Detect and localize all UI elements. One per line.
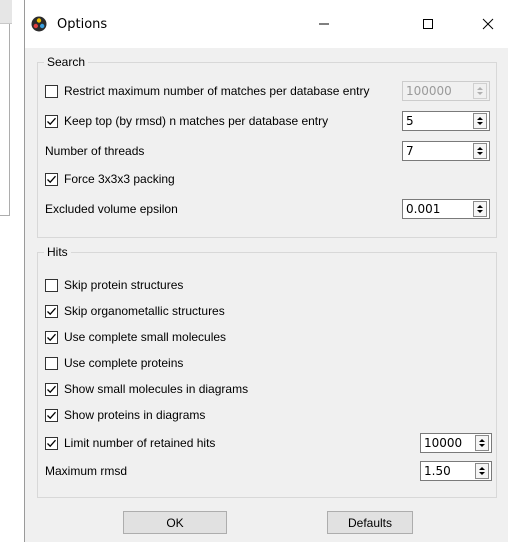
skip-protein-row: Skip protein structures [38, 273, 496, 297]
search-group-title: Search [44, 55, 89, 69]
keep-top-spinbox[interactable]: 5 [402, 111, 490, 131]
minimize-icon [319, 23, 329, 25]
use-small-molecules-checkbox[interactable] [45, 330, 58, 344]
limit-hits-checkbox[interactable] [45, 436, 58, 450]
skip-organometallic-row: Skip organometallic structures [38, 299, 496, 323]
skip-protein-checkbox[interactable] [45, 278, 58, 292]
restrict-max-matches-checkbox[interactable] [45, 84, 58, 98]
force-packing-label: Force 3x3x3 packing [64, 172, 175, 186]
threads-label: Number of threads [45, 144, 145, 158]
show-small-molecules-row: Show small molecules in diagrams [38, 377, 496, 401]
skip-organometallic-checkbox[interactable] [45, 304, 58, 318]
force-packing-checkbox[interactable] [45, 172, 58, 186]
restrict-max-matches-label: Restrict maximum number of matches per d… [64, 84, 370, 98]
show-small-molecules-checkbox[interactable] [45, 382, 58, 396]
close-button[interactable] [465, 0, 508, 48]
threads-value: 7 [406, 144, 414, 158]
dialog-title: Options [57, 17, 108, 32]
max-rmsd-label: Maximum rmsd [45, 464, 128, 478]
force-packing-row: Force 3x3x3 packing [38, 167, 496, 191]
limit-hits-label: Limit number of retained hits [64, 436, 216, 450]
checkmark-icon [47, 175, 56, 183]
use-proteins-row: Use complete proteins [38, 351, 496, 375]
hits-group-title: Hits [44, 245, 71, 259]
use-proteins-checkbox[interactable] [45, 356, 58, 370]
maximize-icon [423, 19, 433, 29]
restrict-max-matches-spinbox[interactable]: 100000 [402, 81, 490, 101]
checkmark-icon [47, 411, 56, 419]
hits-group: Hits Skip protein structures Skip organo… [37, 245, 497, 498]
title-bar[interactable]: Options [25, 0, 508, 48]
spin-arrows-icon[interactable] [475, 463, 489, 479]
max-rmsd-spinbox[interactable]: 1.50 [420, 461, 492, 481]
excluded-volume-value: 0.001 [406, 202, 441, 216]
keep-top-label: Keep top (by rmsd) n matches per databas… [64, 114, 329, 128]
checkmark-icon [47, 333, 56, 341]
defaults-button[interactable]: Defaults [327, 511, 413, 534]
skip-protein-label: Skip protein structures [64, 278, 184, 292]
spin-arrows-icon[interactable] [473, 201, 487, 217]
checkmark-icon [47, 385, 56, 393]
limit-hits-value: 10000 [424, 436, 463, 450]
checkmark-icon [47, 307, 56, 315]
spin-arrows-icon[interactable] [473, 113, 487, 129]
spin-arrows-icon[interactable] [475, 435, 489, 451]
checkmark-icon [47, 439, 56, 447]
spin-arrows-icon[interactable] [473, 83, 487, 99]
close-icon [482, 18, 494, 30]
show-small-molecules-label: Show small molecules in diagrams [64, 382, 249, 396]
keep-top-checkbox[interactable] [45, 114, 58, 128]
ok-button[interactable]: OK [123, 511, 227, 534]
use-small-molecules-label: Use complete small molecules [64, 330, 227, 344]
show-proteins-checkbox[interactable] [45, 408, 58, 422]
excluded-volume-spinbox[interactable]: 0.001 [402, 199, 490, 219]
background-window [0, 0, 24, 542]
dialog-content: Search Restrict maximum number of matche… [25, 48, 508, 542]
maximize-button[interactable] [405, 0, 451, 48]
spin-arrows-icon[interactable] [473, 143, 487, 159]
minimize-button[interactable] [301, 0, 347, 48]
keep-top-value: 5 [406, 114, 414, 128]
checkmark-icon [47, 117, 56, 125]
use-proteins-label: Use complete proteins [64, 356, 184, 370]
show-proteins-label: Show proteins in diagrams [64, 408, 206, 422]
app-icon [31, 16, 47, 32]
show-proteins-row: Show proteins in diagrams [38, 403, 496, 427]
background-panel [0, 0, 10, 216]
excluded-volume-label: Excluded volume epsilon [45, 202, 178, 216]
use-small-molecules-row: Use complete small molecules [38, 325, 496, 349]
search-group: Search Restrict maximum number of matche… [37, 55, 497, 238]
limit-hits-spinbox[interactable]: 10000 [420, 433, 492, 453]
max-rmsd-value: 1.50 [424, 464, 451, 478]
background-strip [0, 0, 12, 24]
skip-organometallic-label: Skip organometallic structures [64, 304, 225, 318]
threads-spinbox[interactable]: 7 [402, 141, 490, 161]
options-dialog: Options Search Restrict maximum number o… [24, 0, 508, 542]
restrict-max-matches-value: 100000 [406, 84, 452, 98]
